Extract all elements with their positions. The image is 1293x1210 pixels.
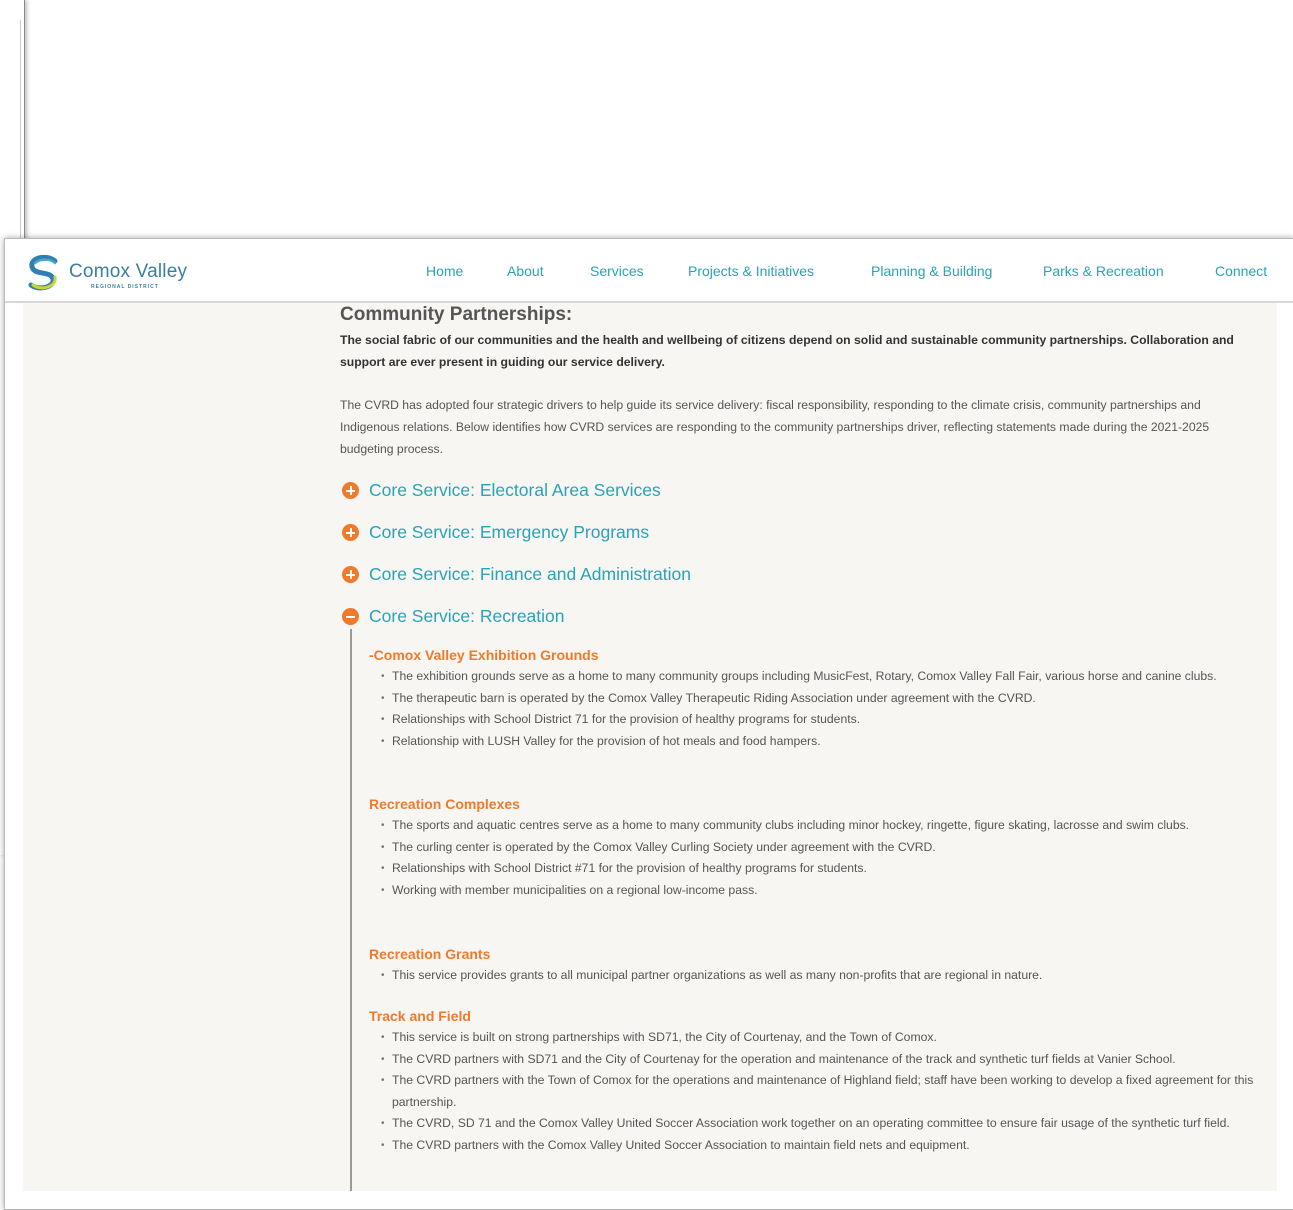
nav-projects-initiatives[interactable]: Projects & Initiatives	[688, 263, 814, 279]
nav-home[interactable]: Home	[426, 263, 463, 279]
accordion-title: Core Service: Emergency Programs	[369, 522, 650, 542]
section-exhibition-grounds: -Comox Valley Exhibition Grounds The exh…	[369, 644, 1269, 752]
list-item: This service is built on strong partners…	[369, 1027, 1269, 1049]
accordion-title: Core Service: Finance and Administration	[369, 564, 691, 584]
nav-about[interactable]: About	[507, 263, 544, 279]
nav-connect[interactable]: Connect	[1215, 263, 1267, 279]
section-heading: Recreation Grants	[369, 946, 491, 962]
list-item: Working with member municipalities on a …	[369, 880, 1269, 902]
list-item: The CVRD partners with SD71 and the City…	[369, 1049, 1269, 1071]
site-header: Comox Valley REGIONAL DISTRICT Home Abou…	[5, 239, 1293, 303]
intro-paragraph: The CVRD has adopted four strategic driv…	[340, 398, 1210, 456]
nav-parks-recreation[interactable]: Parks & Recreation	[1043, 263, 1164, 279]
lead-paragraph: The social fabric of our communities and…	[340, 333, 1234, 369]
accordion-title: Core Service: Recreation	[369, 606, 565, 626]
list-item: The therapeutic barn is operated by the …	[369, 688, 1269, 710]
section-recreation-complexes: Recreation Complexes The sports and aqua…	[369, 793, 1269, 901]
list-item: Relationship with LUSH Valley for the pr…	[369, 731, 1269, 753]
section-track-and-field: Track and Field This service is built on…	[369, 1005, 1269, 1157]
list-item: The sports and aquatic centres serve as …	[369, 815, 1269, 837]
section-heading: Recreation Complexes	[369, 796, 520, 812]
nav-planning-building[interactable]: Planning & Building	[871, 263, 992, 279]
logo-name: Comox Valley	[69, 261, 188, 282]
bullet-list: The sports and aquatic centres serve as …	[369, 815, 1269, 901]
list-item: Relationships with School District #71 f…	[369, 858, 1269, 880]
minus-circle-icon	[342, 608, 359, 625]
list-item: The curling center is operated by the Co…	[369, 837, 1269, 859]
plus-circle-icon	[342, 524, 359, 541]
bullet-list: This service provides grants to all muni…	[369, 965, 1269, 987]
list-item: The CVRD partners with the Comox Valley …	[369, 1135, 1269, 1157]
nav-services[interactable]: Services	[590, 263, 644, 279]
plus-circle-icon	[342, 482, 359, 499]
bullet-list: The exhibition grounds serve as a home t…	[369, 666, 1269, 752]
bullet-list: This service is built on strong partners…	[369, 1027, 1269, 1157]
plus-circle-icon	[342, 566, 359, 583]
accordion-expanded-rule	[350, 629, 352, 1191]
section-recreation-grants: Recreation Grants This service provides …	[369, 943, 1269, 987]
section-heading: Track and Field	[369, 1008, 471, 1024]
list-item: The CVRD, SD 71 and the Comox Valley Uni…	[369, 1113, 1269, 1135]
page-heading: Community Partnerships:	[340, 304, 573, 325]
list-item: The CVRD partners with the Town of Comox…	[369, 1070, 1269, 1113]
list-item: This service provides grants to all muni…	[369, 965, 1269, 987]
list-item: Relationships with School District 71 fo…	[369, 709, 1269, 731]
site-logo[interactable]: Comox Valley REGIONAL DISTRICT	[25, 255, 195, 295]
content-area: Community Partnerships: The social fabri…	[23, 303, 1277, 1191]
list-item: The exhibition grounds serve as a home t…	[369, 666, 1269, 688]
accordion-title: Core Service: Electoral Area Services	[369, 480, 661, 500]
section-heading: -Comox Valley Exhibition Grounds	[369, 647, 599, 663]
browser-window: Comox Valley REGIONAL DISTRICT Home Abou…	[4, 238, 1293, 1210]
cvrd-logo-icon	[28, 255, 58, 291]
logo-subtitle: REGIONAL DISTRICT	[91, 284, 159, 290]
